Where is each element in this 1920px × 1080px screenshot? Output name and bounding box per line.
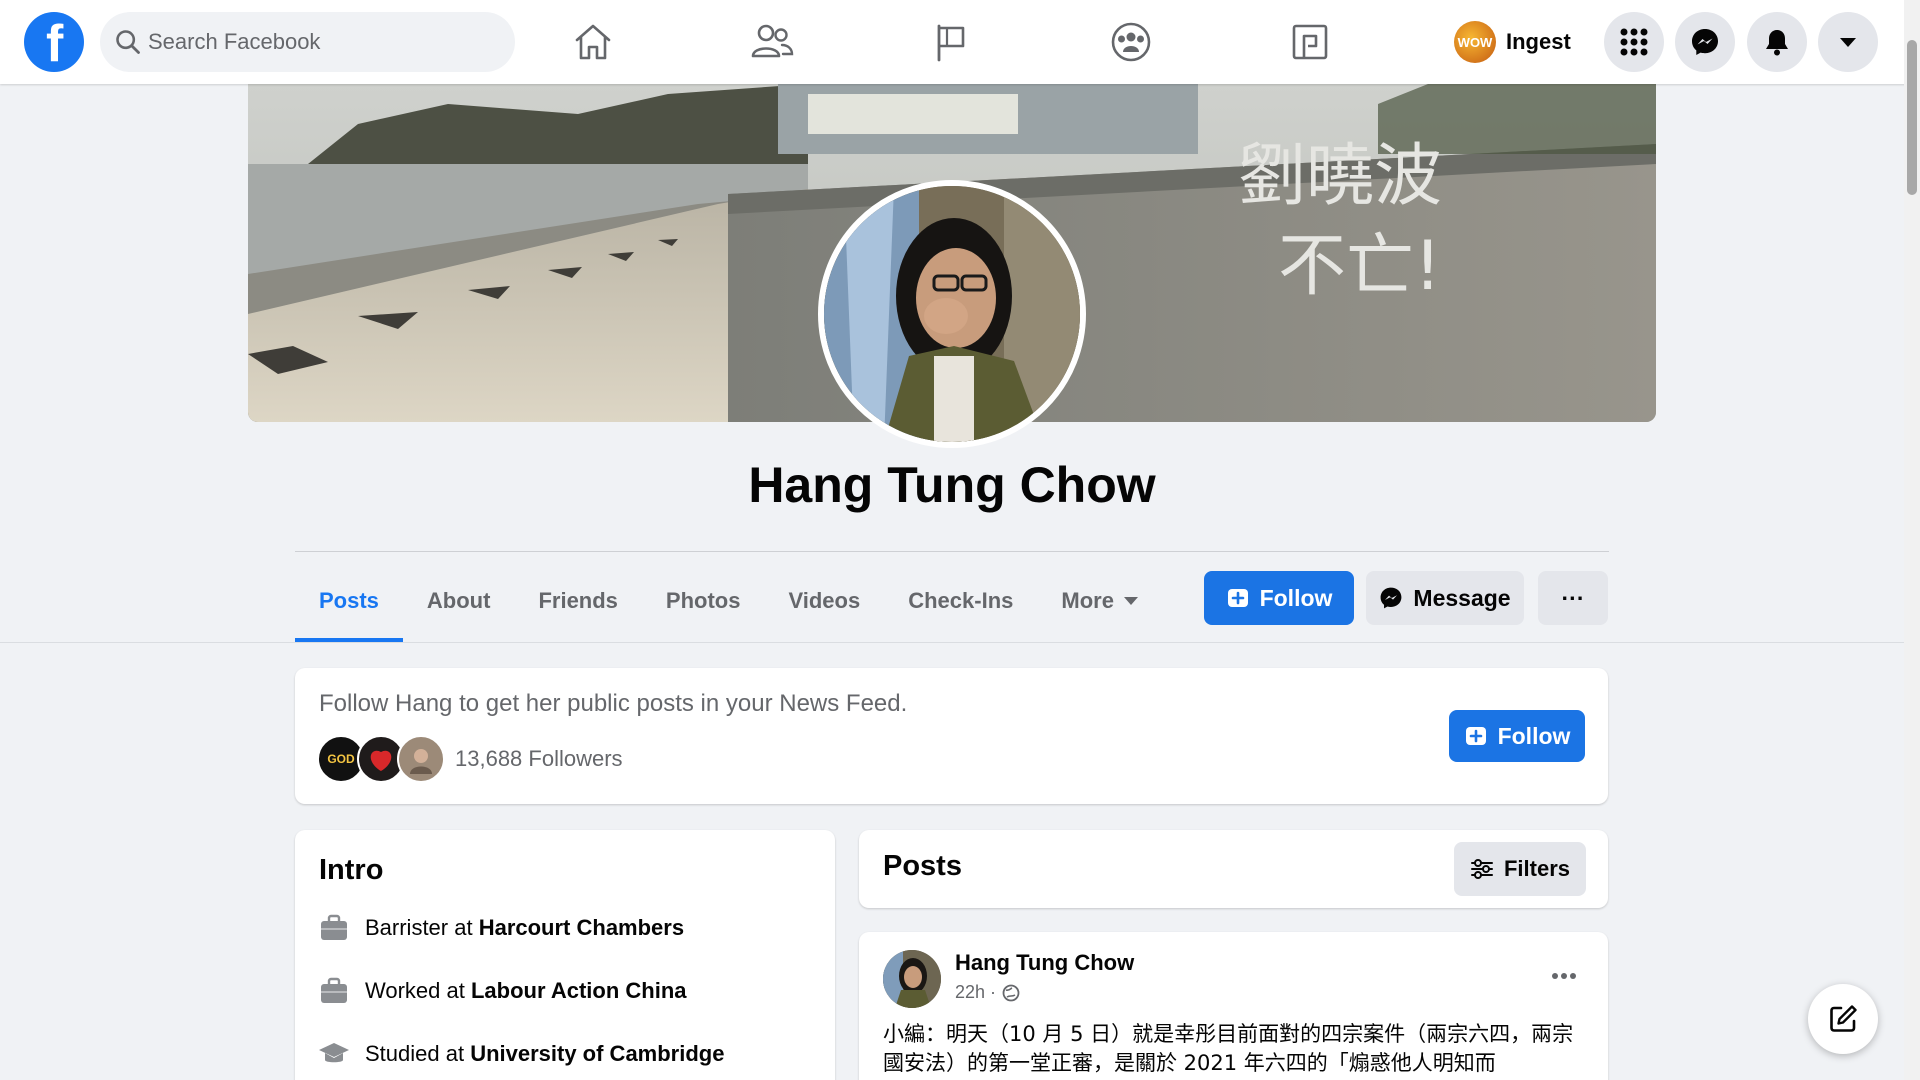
briefcase-icon [317,974,351,1008]
intro-title: Intro [319,854,384,886]
intro-card: Intro Barrister at Harcourt Chambers Wor… [295,830,835,1080]
follow-prompt-card: Follow Hang to get her public posts in y… [295,668,1608,804]
tab-label: Photos [665,588,741,613]
follow-button-label: Follow [1497,722,1571,749]
follow-button-label: Follow [1259,584,1333,611]
posts-title: Posts [883,850,962,882]
intro-text: Worked at [365,978,471,1003]
post-meta: 22h · [955,982,1020,1003]
tab-videos[interactable]: Videos [764,560,884,642]
grid-icon [1620,28,1648,56]
friends-icon[interactable] [746,16,798,68]
user-name: Ingest [1506,29,1571,54]
tab-posts[interactable]: Posts [295,560,403,642]
tab-photos[interactable]: Photos [642,560,765,642]
profile-tabs: Posts About Friends Photos Videos Check-… [295,560,1162,642]
divider [295,551,1609,552]
messenger-icon [1379,586,1403,610]
chevron-down-icon [1840,38,1856,47]
graffiti-text-2: 不亡! [1278,227,1441,306]
profile-picture[interactable] [818,180,1086,448]
post-text: 小編：明天（10 月 5 日）就是幸彤目前面對的四宗案件（兩宗六四，兩宗國安法）… [883,1022,1574,1075]
tab-label: More [1061,588,1114,613]
tab-label: Check-Ins [908,588,1014,613]
message-button-label: Message [1413,584,1511,611]
tab-label: About [426,588,491,613]
followers-count: 13,688 Followers [455,746,623,771]
top-navigation-bar: f WOW Ingest [0,0,1920,84]
graduation-cap-icon [317,1037,351,1071]
filters-button[interactable]: Filters [1454,842,1586,896]
user-profile-chip[interactable]: WOW Ingest [1454,14,1571,70]
intro-text: Barrister at [365,915,479,940]
account-menu-button[interactable] [1818,12,1878,72]
new-message-button[interactable] [1808,984,1878,1054]
profile-photo-image [824,186,1080,442]
filters-button-label: Filters [1503,856,1571,881]
follow-button[interactable]: Follow [1204,571,1354,625]
more-options-label: ··· [1561,584,1585,611]
tab-label: Friends [538,588,618,613]
more-horizontal-icon [1552,973,1576,979]
follow-prompt-text: Follow Hang to get her public posts in y… [319,690,908,717]
search-box[interactable] [100,12,515,72]
intro-link[interactable]: Harcourt Chambers [479,915,684,940]
filters-sliders-icon [1470,858,1494,880]
compose-icon [1830,1005,1857,1032]
pages-flag-icon[interactable] [925,16,977,68]
notifications-button[interactable] [1747,12,1807,72]
messenger-button[interactable] [1675,12,1735,72]
messenger-icon [1692,29,1718,55]
scrollbar-thumb[interactable] [1907,40,1917,195]
tab-check-ins[interactable]: Check-Ins [884,560,1037,642]
more-options-button[interactable]: ··· [1538,571,1608,625]
search-icon [116,30,140,54]
facebook-logo-icon[interactable]: f [24,12,84,72]
intro-text: Studied at [365,1041,471,1066]
tab-more[interactable]: More [1037,560,1162,642]
divider [0,642,1904,643]
tab-label: Posts [319,588,379,613]
post-options-button[interactable] [1542,954,1586,998]
intro-item-education: Studied at University of Cambridge [317,1034,724,1074]
followers-row[interactable]: GOD 13,688 Followers [317,734,623,784]
groups-icon[interactable] [1105,16,1157,68]
posts-header-card: Posts Filters [859,830,1608,908]
page-scrollbar[interactable] [1904,0,1920,1080]
message-button[interactable]: Message [1366,571,1524,625]
follow-card-button[interactable]: Follow [1449,710,1585,762]
caret-down-icon [1123,597,1138,605]
tab-friends[interactable]: Friends [514,560,641,642]
home-icon[interactable] [567,16,619,68]
post-author-link[interactable]: Hang Tung Chow [955,950,1134,976]
avatar: WOW [1454,21,1496,63]
follow-plus-icon [1464,724,1488,748]
post-card: Hang Tung Chow 22h · 小編：明天（10 月 5 日）就是幸彤… [859,932,1608,1080]
intro-item-work: Barrister at Harcourt Chambers [317,908,684,948]
gaming-icon[interactable] [1284,16,1336,68]
intro-link[interactable]: University of Cambridge [470,1041,724,1066]
briefcase-icon [317,911,351,945]
globe-icon [1002,984,1020,1001]
post-timestamp[interactable]: 22h · [955,982,996,1003]
search-input[interactable] [148,12,498,72]
follow-plus-icon [1226,586,1250,610]
menu-grid-button[interactable] [1604,12,1664,72]
intro-item-work: Worked at Labour Action China [317,971,687,1011]
avatar [397,735,445,783]
profile-name: Hang Tung Chow [748,457,1156,513]
avatar[interactable] [883,950,941,1008]
graffiti-text-1: 劉曉波 [1238,137,1442,216]
intro-link[interactable]: Labour Action China [471,978,687,1003]
tab-label: Videos [788,588,861,613]
tab-about[interactable]: About [403,560,515,642]
bell-icon [1766,30,1788,56]
